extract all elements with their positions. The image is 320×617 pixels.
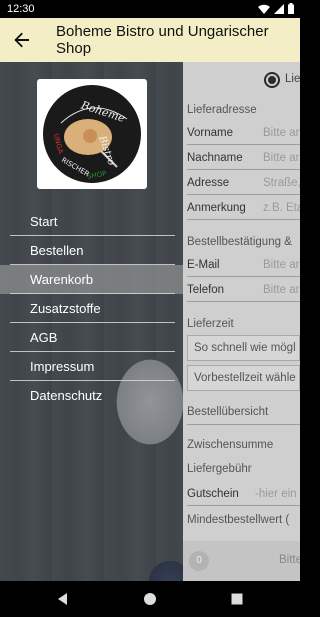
time-option-asap[interactable]: So schnell wie mögl (187, 335, 300, 361)
minimum-order-label: Mindestbestellwert ( (187, 514, 290, 526)
nav-item-label: Warenkorb (30, 272, 94, 287)
field-placeholder: z.B. Eta (263, 202, 300, 214)
field-label: Adresse (187, 177, 230, 189)
divider (187, 505, 300, 506)
divider (187, 144, 300, 145)
field-placeholder: Bitte ar (263, 152, 300, 164)
divider (187, 194, 300, 195)
divider (187, 424, 300, 425)
back-triangle-icon[interactable] (55, 591, 71, 607)
page-title: Boheme Bistro und Ungarischer Shop (56, 23, 269, 57)
logo-graphic: Boheme Bistro UNGA RISCHER SHOP (52, 98, 128, 181)
field-placeholder: Straße, (263, 177, 300, 189)
nav-item-warenkorb[interactable]: Warenkorb (0, 265, 183, 294)
delivery-radio-label: Lief (285, 73, 300, 85)
status-icons (258, 3, 294, 14)
field-label: Nachname (187, 152, 243, 164)
back-button[interactable] (10, 28, 34, 52)
field-label: Vorname (187, 127, 234, 139)
navigation-drawer: Boheme Bistro UNGA RISCHER SHOP Start Be… (0, 62, 183, 581)
subtotal-label: Zwischensumme (187, 439, 274, 451)
divider (187, 219, 300, 220)
time-option-preorder[interactable]: Vorbestellzeit wähle (187, 365, 300, 391)
time-option-label: So schnell wie mögl (194, 342, 296, 354)
nav-item-start[interactable]: Start (0, 207, 183, 236)
svg-text:UNGA: UNGA (52, 133, 65, 155)
recents-square-icon[interactable] (229, 591, 245, 607)
nav-item-label: Datenschutz (30, 388, 103, 403)
overview-section-title: Bestellübersicht (187, 406, 269, 418)
battery-icon (288, 3, 294, 14)
status-time: 12:30 (7, 3, 35, 15)
signal-icon (274, 3, 284, 14)
confirm-section-title: Bestellbestätigung & (187, 236, 292, 248)
cart-count-badge: 0 (189, 551, 209, 571)
order-form: Lief Lieferadresse Vorname Bitte ar Nach… (183, 62, 300, 581)
divider (187, 301, 300, 302)
arrow-back-icon (14, 32, 29, 48)
divider (187, 169, 300, 170)
field-placeholder: -hier ein (255, 488, 297, 500)
order-button-text: Bitte (279, 554, 300, 566)
wifi-icon (258, 4, 270, 14)
field-label: Telefon (187, 284, 225, 296)
field-label: E-Mail (187, 259, 220, 271)
nav-item-label: AGB (30, 330, 58, 345)
field-placeholder: Bitte ar (263, 259, 300, 271)
delivery-fee-label: Liefergebühr (187, 463, 252, 475)
home-circle-icon[interactable] (142, 591, 158, 607)
address-section-title: Lieferadresse (187, 104, 257, 116)
nav-item-zusatzstoffe[interactable]: Zusatzstoffe (0, 294, 183, 323)
nav-item-label: Bestellen (30, 243, 84, 258)
delivery-radio[interactable] (264, 72, 280, 88)
system-navigation-bar (0, 581, 300, 617)
nav-item-datenschutz[interactable]: Datenschutz (0, 381, 183, 410)
nav-item-impressum[interactable]: Impressum (0, 352, 183, 381)
drawer-menu: Start Bestellen Warenkorb Zusatzstoffe A… (0, 207, 183, 410)
field-placeholder: Bitte ar (263, 284, 300, 296)
field-label: Anmerkung (187, 202, 246, 214)
order-bottom-bar[interactable]: 0 Bitte (183, 541, 300, 581)
nav-item-label: Zusatzstoffe (30, 301, 101, 316)
restaurant-logo: Boheme Bistro UNGA RISCHER SHOP (37, 79, 147, 189)
nav-item-agb[interactable]: AGB (0, 323, 183, 352)
nav-item-bestellen[interactable]: Bestellen (0, 236, 183, 265)
status-bar: 12:30 (0, 0, 300, 18)
app-toolbar: Boheme Bistro und Ungarischer Shop (0, 18, 300, 62)
nav-item-label: Impressum (30, 359, 95, 374)
nav-item-label: Start (30, 214, 58, 229)
delivery-time-section-title: Lieferzeit (187, 318, 234, 330)
field-label: Gutschein (187, 488, 239, 500)
field-placeholder: Bitte ar (263, 127, 300, 139)
time-option-label: Vorbestellzeit wähle (194, 372, 296, 384)
logo-emblem: Boheme Bistro UNGA RISCHER SHOP (43, 85, 141, 183)
divider (187, 276, 300, 277)
